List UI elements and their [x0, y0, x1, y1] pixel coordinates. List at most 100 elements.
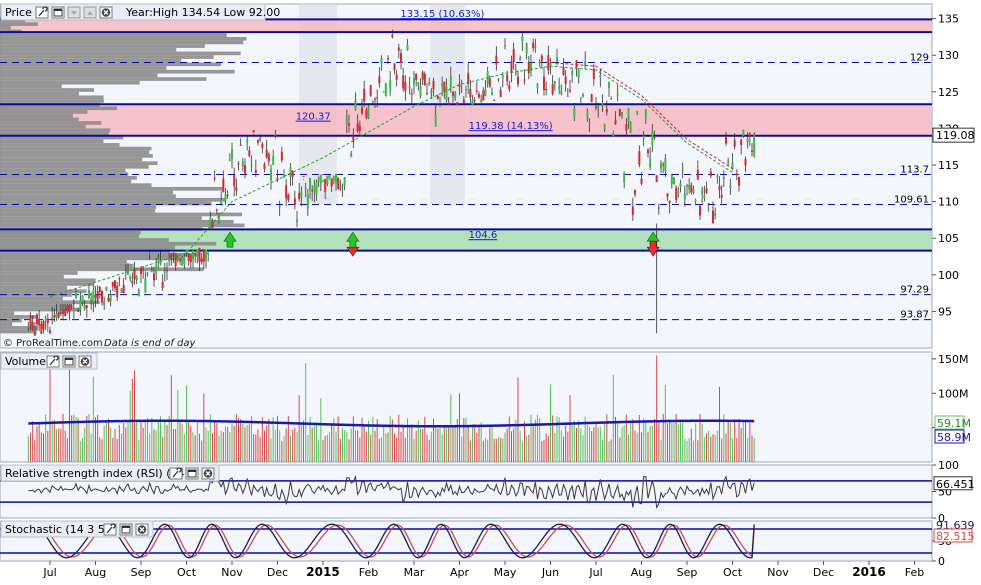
candle-body	[135, 275, 138, 280]
volume-profile-bar	[0, 66, 167, 70]
candle-body	[233, 174, 236, 187]
candle-body	[705, 188, 708, 194]
candle-body	[426, 93, 428, 95]
volume-average-label: 58.9M	[937, 431, 971, 444]
candle-body	[345, 118, 348, 124]
wrench-icon[interactable]	[35, 6, 49, 19]
window-icon[interactable]	[185, 467, 199, 480]
candle-body	[590, 94, 593, 103]
candle-body	[109, 293, 112, 302]
candle-body	[200, 258, 203, 263]
window-icon[interactable]	[62, 355, 76, 368]
candle-body	[72, 308, 75, 312]
candle-body	[235, 186, 238, 191]
candle-body	[595, 106, 597, 108]
candle-body	[114, 280, 116, 289]
rsi-current-label: 66.451	[936, 478, 975, 491]
volume-header: Volume	[0, 352, 98, 370]
volume-profile-bar	[0, 289, 87, 294]
wrench-icon[interactable]	[103, 523, 117, 536]
candle-body	[430, 90, 433, 93]
volume-profile-bar	[0, 44, 205, 48]
candle-body	[270, 169, 272, 181]
candle-body	[311, 189, 314, 192]
candle-body	[644, 108, 647, 119]
candle-body	[181, 257, 184, 266]
candle-body	[38, 318, 41, 326]
candle-body	[142, 269, 145, 271]
candle-body	[441, 83, 444, 87]
candle-body	[53, 315, 56, 318]
close-icon[interactable]	[99, 6, 113, 19]
candle-body	[83, 305, 86, 310]
volume-profile-bar	[0, 128, 111, 133]
volume-current-label: 59.1M	[937, 417, 971, 430]
candle-body	[677, 191, 680, 193]
candle-body	[423, 73, 426, 85]
candle-body	[432, 80, 435, 90]
candle-body	[419, 86, 422, 96]
candle-body	[582, 94, 584, 98]
window-icon[interactable]	[51, 6, 65, 19]
candle-body	[319, 174, 322, 183]
close-icon[interactable]	[201, 467, 215, 480]
wrench-icon[interactable]	[46, 355, 60, 368]
candle-body	[90, 298, 93, 301]
up-arrow-icon[interactable]	[83, 6, 97, 19]
candle-body	[428, 82, 431, 84]
window-icon[interactable]	[119, 523, 133, 536]
candle-body	[683, 193, 686, 200]
candle-body	[514, 68, 517, 71]
candle-body	[471, 99, 474, 105]
volume-profile-bar	[0, 241, 217, 246]
candle-body	[131, 280, 134, 284]
wrench-icon[interactable]	[169, 467, 183, 480]
candle-body	[400, 53, 402, 64]
resistance-zone	[0, 104, 932, 136]
candle-body	[636, 110, 639, 115]
candle-body	[361, 107, 363, 114]
candle-body	[272, 156, 275, 165]
candle-body	[153, 273, 155, 281]
close-icon[interactable]	[135, 523, 149, 536]
volume-profile-bar	[0, 278, 96, 283]
candle-body	[254, 169, 257, 173]
candle-body	[673, 177, 675, 185]
candle-body	[631, 206, 634, 215]
volume-profile-bar	[0, 183, 152, 187]
candle-body	[696, 170, 699, 180]
candle-body	[94, 294, 97, 298]
candle-body	[549, 63, 552, 66]
candle-body	[337, 177, 340, 189]
candle-body	[579, 97, 582, 99]
candle-body	[421, 72, 424, 80]
candle-body	[558, 86, 561, 90]
candle-body	[725, 136, 727, 144]
watermark: © ProRealTime.com Data is end of day	[3, 338, 197, 349]
candle-body	[501, 75, 504, 78]
down-arrow-icon[interactable]	[67, 6, 81, 19]
candle-body	[77, 309, 80, 312]
x-axis-tick-label: Sep	[677, 566, 698, 579]
price-axis-tick-label: 100	[938, 269, 959, 282]
candle-body	[510, 61, 513, 74]
volume-profile-bar	[0, 282, 94, 286]
x-axis-tick-label: Apr	[450, 566, 470, 579]
candle-body	[735, 173, 738, 176]
candle-body	[250, 164, 253, 166]
watermark-brand: © ProRealTime.com	[3, 338, 103, 349]
candle-body	[493, 99, 496, 102]
volume-profile-bar	[0, 88, 95, 92]
level-label: 113.7	[900, 165, 929, 176]
volume-profile-bar	[0, 219, 234, 224]
candle-body	[666, 193, 669, 197]
candle-body	[49, 330, 51, 334]
candle-body	[406, 44, 409, 51]
candle-body	[64, 309, 67, 316]
volume-profile-bar	[0, 311, 15, 316]
candle-body	[259, 138, 262, 140]
price-annotation: 104.6	[469, 230, 498, 241]
candle-body	[70, 305, 73, 307]
close-icon[interactable]	[78, 355, 92, 368]
candle-body	[634, 189, 636, 195]
